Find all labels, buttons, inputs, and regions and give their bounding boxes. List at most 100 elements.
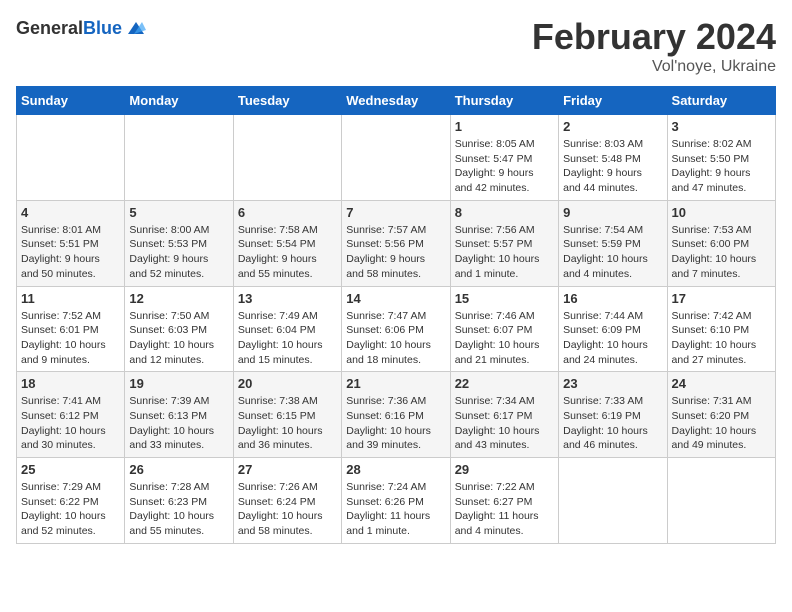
day-number: 26: [129, 462, 228, 477]
calendar-cell: 9Sunrise: 7:54 AMSunset: 5:59 PMDaylight…: [559, 200, 667, 286]
calendar-cell: 12 Sunrise: 7:50 AMSunset: 6:03 PMDayligh…: [125, 286, 233, 372]
calendar-cell: 24 Sunrise: 7:31 AMSunset: 6:20 PMDayligh…: [667, 372, 775, 458]
day-number: 18: [21, 376, 120, 391]
calendar-cell: [17, 115, 125, 201]
day-info: Sunrise: 8:02 AMSunset: 5:50 PMDaylight:…: [672, 137, 771, 196]
calendar-cell: 6Sunrise: 7:58 AMSunset: 5:54 PMDaylight…: [233, 200, 341, 286]
day-number: 12: [129, 291, 228, 306]
header-day-monday: Monday: [125, 87, 233, 115]
calendar-body: 1 Sunrise: 8:05 AMSunset: 5:47 PMDaylight…: [17, 115, 776, 544]
day-number: 3: [672, 119, 771, 134]
calendar-cell: 2 Sunrise: 8:03 AMSunset: 5:48 PMDaylight…: [559, 115, 667, 201]
calendar-cell: 18Sunrise: 7:41 AMSunset: 6:12 PMDayligh…: [17, 372, 125, 458]
day-number: 25: [21, 462, 120, 477]
day-number: 2: [563, 119, 662, 134]
day-info: Sunrise: 8:00 AMSunset: 5:53 PMDaylight:…: [129, 223, 228, 282]
calendar-cell: 20 Sunrise: 7:38 AMSunset: 6:15 PMDayligh…: [233, 372, 341, 458]
calendar-cell: 29Sunrise: 7:22 AMSunset: 6:27 PMDayligh…: [450, 458, 558, 544]
calendar-cell: 11 Sunrise: 7:52 AMSunset: 6:01 PMDayligh…: [17, 286, 125, 372]
day-info: Sunrise: 7:24 AMSunset: 6:26 PMDaylight:…: [346, 480, 445, 539]
calendar-cell: 14 Sunrise: 7:47 AMSunset: 6:06 PMDayligh…: [342, 286, 450, 372]
day-info: Sunrise: 7:26 AMSunset: 6:24 PMDaylight:…: [238, 480, 337, 539]
day-number: 8: [455, 205, 554, 220]
day-info: Sunrise: 7:58 AMSunset: 5:54 PMDaylight:…: [238, 223, 337, 282]
day-number: 28: [346, 462, 445, 477]
day-info: Sunrise: 7:36 AMSunset: 6:16 PMDaylight:…: [346, 394, 445, 453]
calendar-week-0: 1 Sunrise: 8:05 AMSunset: 5:47 PMDaylight…: [17, 115, 776, 201]
calendar-cell: 7 Sunrise: 7:57 AMSunset: 5:56 PMDaylight…: [342, 200, 450, 286]
calendar-cell: 25 Sunrise: 7:29 AMSunset: 6:22 PMDayligh…: [17, 458, 125, 544]
day-info: Sunrise: 7:22 AMSunset: 6:27 PMDaylight:…: [455, 480, 554, 539]
day-number: 13: [238, 291, 337, 306]
day-number: 5: [129, 205, 228, 220]
calendar-cell: 26 Sunrise: 7:28 AMSunset: 6:23 PMDayligh…: [125, 458, 233, 544]
header-day-thursday: Thursday: [450, 87, 558, 115]
header-day-friday: Friday: [559, 87, 667, 115]
calendar-cell: 3 Sunrise: 8:02 AMSunset: 5:50 PMDaylight…: [667, 115, 775, 201]
day-info: Sunrise: 7:31 AMSunset: 6:20 PMDaylight:…: [672, 394, 771, 453]
calendar-cell: [667, 458, 775, 544]
calendar-week-2: 11 Sunrise: 7:52 AMSunset: 6:01 PMDayligh…: [17, 286, 776, 372]
calendar-cell: 27Sunrise: 7:26 AMSunset: 6:24 PMDayligh…: [233, 458, 341, 544]
day-number: 24: [672, 376, 771, 391]
day-info: Sunrise: 7:42 AMSunset: 6:10 PMDaylight:…: [672, 309, 771, 368]
main-title: February 2024: [532, 16, 776, 58]
day-number: 9: [563, 205, 662, 220]
day-number: 20: [238, 376, 337, 391]
day-info: Sunrise: 7:52 AMSunset: 6:01 PMDaylight:…: [21, 309, 120, 368]
day-number: 16: [563, 291, 662, 306]
page-header: GeneralBlue February 2024 Vol'noye, Ukra…: [16, 16, 776, 76]
day-info: Sunrise: 7:38 AMSunset: 6:15 PMDaylight:…: [238, 394, 337, 453]
day-number: 17: [672, 291, 771, 306]
day-number: 11: [21, 291, 120, 306]
day-number: 1: [455, 119, 554, 134]
calendar-header: SundayMondayTuesdayWednesdayThursdayFrid…: [17, 87, 776, 115]
calendar-week-3: 18Sunrise: 7:41 AMSunset: 6:12 PMDayligh…: [17, 372, 776, 458]
calendar-week-1: 4Sunrise: 8:01 AMSunset: 5:51 PMDaylight…: [17, 200, 776, 286]
calendar-cell: [559, 458, 667, 544]
logo-icon: [124, 16, 148, 40]
calendar-cell: 1 Sunrise: 8:05 AMSunset: 5:47 PMDaylight…: [450, 115, 558, 201]
day-info: Sunrise: 7:33 AMSunset: 6:19 PMDaylight:…: [563, 394, 662, 453]
day-number: 15: [455, 291, 554, 306]
calendar-cell: 4Sunrise: 8:01 AMSunset: 5:51 PMDaylight…: [17, 200, 125, 286]
day-number: 21: [346, 376, 445, 391]
calendar-cell: 22Sunrise: 7:34 AMSunset: 6:17 PMDayligh…: [450, 372, 558, 458]
calendar-cell: [233, 115, 341, 201]
calendar-cell: 10Sunrise: 7:53 AMSunset: 6:00 PMDayligh…: [667, 200, 775, 286]
calendar-cell: [342, 115, 450, 201]
day-info: Sunrise: 7:57 AMSunset: 5:56 PMDaylight:…: [346, 223, 445, 282]
calendar-cell: 21 Sunrise: 7:36 AMSunset: 6:16 PMDayligh…: [342, 372, 450, 458]
calendar-week-4: 25 Sunrise: 7:29 AMSunset: 6:22 PMDayligh…: [17, 458, 776, 544]
logo-text-blue: Blue: [83, 18, 122, 38]
header-day-saturday: Saturday: [667, 87, 775, 115]
day-info: Sunrise: 7:46 AMSunset: 6:07 PMDaylight:…: [455, 309, 554, 368]
logo: GeneralBlue: [16, 16, 148, 40]
day-number: 19: [129, 376, 228, 391]
day-info: Sunrise: 7:50 AMSunset: 6:03 PMDaylight:…: [129, 309, 228, 368]
day-info: Sunrise: 7:29 AMSunset: 6:22 PMDaylight:…: [21, 480, 120, 539]
header-row: SundayMondayTuesdayWednesdayThursdayFrid…: [17, 87, 776, 115]
calendar-cell: [125, 115, 233, 201]
subtitle: Vol'noye, Ukraine: [532, 58, 776, 76]
day-info: Sunrise: 8:05 AMSunset: 5:47 PMDaylight:…: [455, 137, 554, 196]
day-info: Sunrise: 7:39 AMSunset: 6:13 PMDaylight:…: [129, 394, 228, 453]
calendar-cell: 17 Sunrise: 7:42 AMSunset: 6:10 PMDayligh…: [667, 286, 775, 372]
day-number: 14: [346, 291, 445, 306]
day-info: Sunrise: 8:03 AMSunset: 5:48 PMDaylight:…: [563, 137, 662, 196]
calendar-cell: 28 Sunrise: 7:24 AMSunset: 6:26 PMDayligh…: [342, 458, 450, 544]
calendar-table: SundayMondayTuesdayWednesdayThursdayFrid…: [16, 86, 776, 544]
logo-text-general: General: [16, 18, 83, 38]
day-info: Sunrise: 7:47 AMSunset: 6:06 PMDaylight:…: [346, 309, 445, 368]
day-number: 7: [346, 205, 445, 220]
calendar-cell: 19 Sunrise: 7:39 AMSunset: 6:13 PMDayligh…: [125, 372, 233, 458]
calendar-cell: 13 Sunrise: 7:49 AMSunset: 6:04 PMDayligh…: [233, 286, 341, 372]
day-info: Sunrise: 7:34 AMSunset: 6:17 PMDaylight:…: [455, 394, 554, 453]
day-number: 23: [563, 376, 662, 391]
day-info: Sunrise: 7:28 AMSunset: 6:23 PMDaylight:…: [129, 480, 228, 539]
day-info: Sunrise: 7:49 AMSunset: 6:04 PMDaylight:…: [238, 309, 337, 368]
day-info: Sunrise: 8:01 AMSunset: 5:51 PMDaylight:…: [21, 223, 120, 282]
calendar-cell: 16Sunrise: 7:44 AMSunset: 6:09 PMDayligh…: [559, 286, 667, 372]
day-info: Sunrise: 7:56 AMSunset: 5:57 PMDaylight:…: [455, 223, 554, 282]
day-info: Sunrise: 7:53 AMSunset: 6:00 PMDaylight:…: [672, 223, 771, 282]
